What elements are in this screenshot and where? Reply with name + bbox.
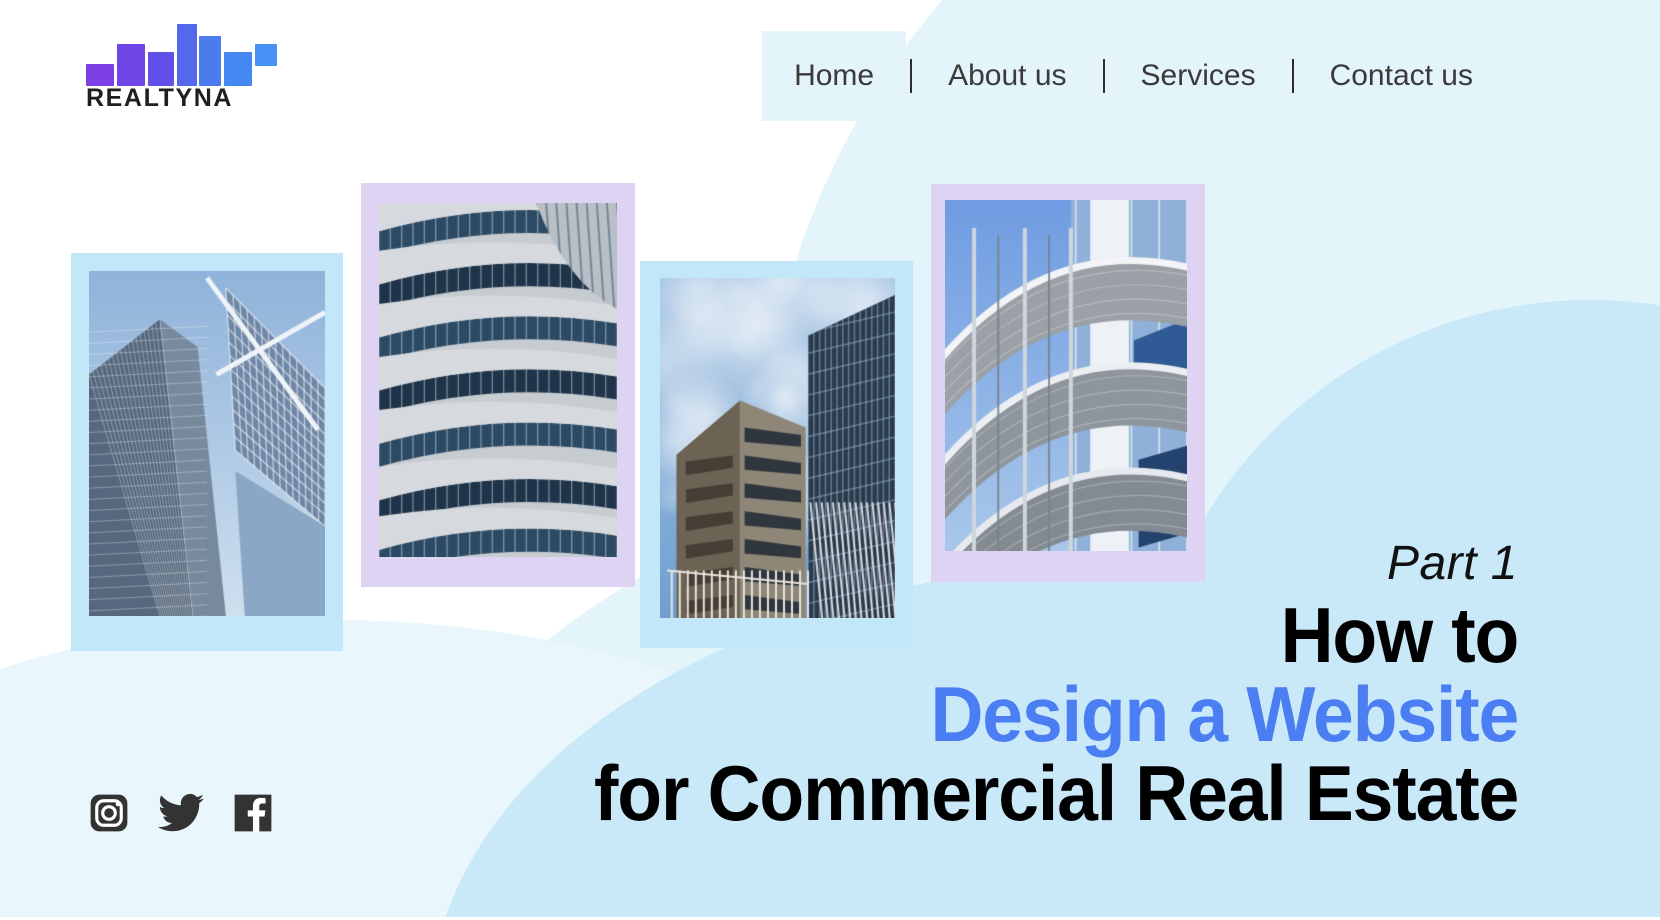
realtyna-bars-icon xyxy=(86,22,216,84)
hero-headline-block: Part 1 How to Design a Website for Comme… xyxy=(535,540,1518,831)
gallery-frame-canopy-steel-structure xyxy=(931,184,1205,582)
gallery-photo-glass-towers-upward xyxy=(89,271,325,616)
logo-bar-2 xyxy=(117,44,145,86)
gallery-photo-canopy-steel-structure xyxy=(945,200,1187,551)
headline-line-1: How to xyxy=(594,598,1518,673)
logo-bar-7 xyxy=(255,44,277,66)
logo-bar-3 xyxy=(148,52,174,86)
site-header: REALTYNA Home About us Services Contact us xyxy=(0,0,1660,150)
social-links xyxy=(86,790,276,836)
hero-banner: REALTYNA Home About us Services Contact us … xyxy=(0,0,1660,920)
facebook-icon[interactable] xyxy=(230,790,276,836)
nav-item-contact-us[interactable]: Contact us xyxy=(1298,31,1505,121)
photo-canvas-canopy-steel-structure xyxy=(945,200,1187,551)
brand-logo[interactable]: REALTYNA xyxy=(86,22,336,112)
logo-bar-6 xyxy=(224,52,252,86)
nav-item-home[interactable]: Home xyxy=(762,31,906,121)
part-label: Part 1 xyxy=(535,540,1518,588)
logo-bar-1 xyxy=(86,64,114,86)
headline-line-3: for Commercial Real Estate xyxy=(594,756,1518,831)
brand-name: REALTYNA xyxy=(86,84,233,113)
photo-canvas-curved-office-facade xyxy=(379,203,617,557)
gallery-frame-glass-towers-upward xyxy=(71,253,343,651)
gallery-frame-curved-office-facade xyxy=(361,183,635,587)
nav-item-services[interactable]: Services xyxy=(1109,31,1288,121)
main-navigation: Home About us Services Contact us xyxy=(762,31,1505,121)
photo-canvas-glass-towers-upward xyxy=(89,271,325,616)
nav-separator xyxy=(1292,59,1294,93)
logo-bar-5 xyxy=(199,36,221,86)
nav-item-about-us[interactable]: About us xyxy=(916,31,1098,121)
headline-line-2: Design a Website xyxy=(594,677,1518,752)
twitter-icon[interactable] xyxy=(158,790,204,836)
gallery-photo-curved-office-facade xyxy=(379,203,617,557)
instagram-icon[interactable] xyxy=(86,790,132,836)
logo-bar-4 xyxy=(177,24,197,86)
nav-separator xyxy=(910,59,912,93)
nav-separator xyxy=(1103,59,1105,93)
